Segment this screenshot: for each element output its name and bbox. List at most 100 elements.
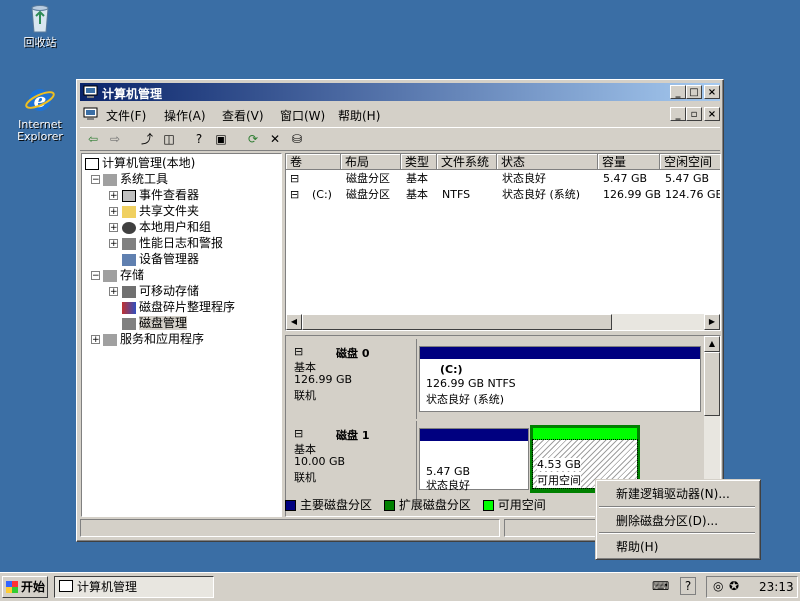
menu-delete-partition[interactable]: 删除磁盘分区(D)... [616, 512, 718, 529]
hard-disk-icon: ⊟ [294, 427, 304, 440]
row1-layout: 磁盘分区 [346, 172, 390, 185]
menu-file[interactable]: 文件(F) [106, 107, 146, 124]
tree-perf-logs[interactable]: 性能日志和警报 [122, 235, 223, 251]
minimize-button[interactable]: _ [670, 85, 686, 99]
scroll-left-button[interactable]: ◀ [286, 314, 302, 330]
col-capacity[interactable]: 容量 [598, 154, 660, 170]
tree-event-viewer[interactable]: 事件查看器 [122, 187, 199, 203]
col-filesystem[interactable]: 文件系统 [437, 154, 497, 170]
col-volume[interactable]: 卷 [286, 154, 341, 170]
forward-icon[interactable]: ⇨ [106, 131, 124, 147]
disk1-state: 联机 [294, 471, 316, 484]
menu-help-item[interactable]: 帮助(H) [616, 538, 658, 555]
disk0-vol-status: 状态良好 (系统) [426, 393, 505, 406]
expand-event-viewer[interactable]: + [109, 191, 118, 201]
free-space-bar [533, 428, 637, 440]
row1-free: 5.47 GB [665, 172, 710, 185]
disk0-info[interactable]: ⊟ 磁盘 0 基本 126.99 GB 联机 [286, 339, 417, 419]
disk1-partition1[interactable]: 5.47 GB 状态良好 [419, 428, 529, 492]
col-type[interactable]: 类型 [401, 154, 437, 170]
tree-removable-storage[interactable]: 可移动存储 [122, 283, 199, 299]
child-minimize-button[interactable]: _ [670, 107, 686, 121]
expand-shared-folders[interactable]: + [109, 207, 118, 217]
row1-capacity: 5.47 GB [603, 172, 648, 185]
scroll-right-button[interactable]: ▶ [704, 314, 720, 330]
maximize-button[interactable]: □ [686, 85, 702, 99]
row1-status: 状态良好 [502, 172, 546, 185]
legend-primary-swatch [285, 500, 296, 511]
tree-disk-management[interactable]: 磁盘管理 [122, 315, 188, 331]
legend-free-swatch [482, 500, 494, 511]
col-free-space[interactable]: 空闲空间 [660, 154, 720, 170]
col-status[interactable]: 状态 [497, 154, 598, 170]
tree-device-manager[interactable]: 设备管理器 [122, 251, 199, 267]
keyboard-icon[interactable]: ⌨ [652, 579, 669, 593]
tree-shared-folders[interactable]: 共享文件夹 [122, 203, 199, 219]
vscroll-thumb[interactable] [704, 352, 720, 416]
mmc-document-icon[interactable] [83, 107, 98, 121]
refresh-icon[interactable]: ⟳ [244, 131, 262, 147]
tree-root[interactable]: 计算机管理(本地) [85, 155, 195, 171]
tree-services-apps[interactable]: 服务和应用程序 [103, 331, 204, 347]
menu-view[interactable]: 查看(V) [222, 107, 264, 124]
tree-local-users[interactable]: 本地用户和组 [122, 219, 211, 235]
expand-perf-logs[interactable]: + [109, 239, 118, 249]
recycle-bin-desktop-icon[interactable]: 回收站 [5, 2, 75, 49]
taskbar-computer-management[interactable]: 计算机管理 [54, 576, 214, 598]
disk0-vol-size: 126.99 GB NTFS [426, 377, 516, 390]
tree-disk-mgmt-label: 磁盘管理 [139, 316, 188, 330]
menu-window[interactable]: 窗口(W) [280, 107, 325, 124]
taskbar: 开始 计算机管理 ⌨ ? ◎ ✪ 23:13 [0, 572, 800, 601]
clock[interactable]: 23:13 [759, 580, 794, 594]
tree-services-apps-label: 服务和应用程序 [120, 332, 205, 346]
status-segment-1 [80, 519, 500, 537]
start-label: 开始 [21, 580, 46, 594]
tools-icon [103, 173, 117, 186]
system-tray: ◎ ✪ 23:13 [706, 576, 798, 598]
show-hide-tree-icon[interactable]: ◫ [160, 131, 178, 147]
collapse-system-tools[interactable]: − [91, 175, 100, 185]
menu-new-logical-drive[interactable]: 新建逻辑驱动器(N)... [616, 485, 730, 502]
security-icon[interactable]: ✪ [729, 579, 739, 593]
row2-free: 124.76 GB [665, 188, 721, 201]
start-button[interactable]: 开始 [2, 576, 48, 598]
tree-system-tools[interactable]: 系统工具 [103, 171, 168, 187]
expand-local-users[interactable]: + [109, 223, 118, 233]
expand-removable[interactable]: + [109, 287, 118, 297]
title-bar[interactable]: 计算机管理 _ □ × [80, 83, 720, 101]
menu-bar: 文件(F) 操作(A) 查看(V) 窗口(W) 帮助(H) _ ▫ × [80, 104, 720, 124]
tree-storage-label: 存储 [120, 268, 145, 282]
properties-icon[interactable]: ? [190, 131, 208, 147]
computer-management-icon [83, 85, 98, 98]
child-restore-button[interactable]: ▫ [686, 107, 702, 121]
help-topics-icon[interactable]: ▣ [212, 131, 230, 147]
back-icon[interactable]: ⇦ [84, 131, 102, 147]
volume-list: 卷 布局 类型 文件系统 状态 容量 空闲空间 ⊟ 磁盘分区 基本 状态良好 5… [285, 153, 721, 331]
tree-storage[interactable]: 存储 [103, 267, 144, 283]
disk1-size: 10.00 GB [294, 455, 346, 468]
disk-properties-icon[interactable]: ⛁ [288, 131, 306, 147]
row2-layout: 磁盘分区 [346, 188, 390, 201]
ie-desktop-icon[interactable]: e Internet Explorer [5, 84, 75, 143]
vertical-scrollbar[interactable]: ▲ [704, 336, 720, 496]
menu-action[interactable]: 操作(A) [164, 107, 206, 124]
delete-icon[interactable]: ✕ [266, 131, 284, 147]
child-close-button[interactable]: × [704, 107, 720, 121]
tree-defrag[interactable]: 磁盘碎片整理程序 [122, 299, 235, 315]
col-layout[interactable]: 布局 [341, 154, 401, 170]
network-icon[interactable]: ◎ [713, 579, 723, 593]
disk1-info[interactable]: ⊟ 磁盘 1 基本 10.00 GB 联机 [286, 421, 417, 501]
collapse-storage[interactable]: − [91, 271, 100, 281]
close-button[interactable]: × [704, 85, 720, 99]
help-icon[interactable]: ? [680, 577, 696, 595]
up-folder-icon[interactable]: ⤴ [138, 131, 156, 147]
disk0-c-volume[interactable]: (C:) 126.99 GB NTFS 状态良好 (系统) [419, 346, 701, 412]
tree-perf-logs-label: 性能日志和警报 [139, 236, 224, 250]
scroll-thumb[interactable] [302, 314, 612, 330]
horizontal-scrollbar[interactable]: ◀ ▶ [286, 314, 720, 330]
disk0-state: 联机 [294, 389, 316, 402]
disk1-part1-status: 状态良好 [426, 479, 470, 492]
menu-help[interactable]: 帮助(H) [338, 107, 380, 124]
expand-services-apps[interactable]: + [91, 335, 100, 345]
scroll-up-button[interactable]: ▲ [704, 336, 720, 352]
